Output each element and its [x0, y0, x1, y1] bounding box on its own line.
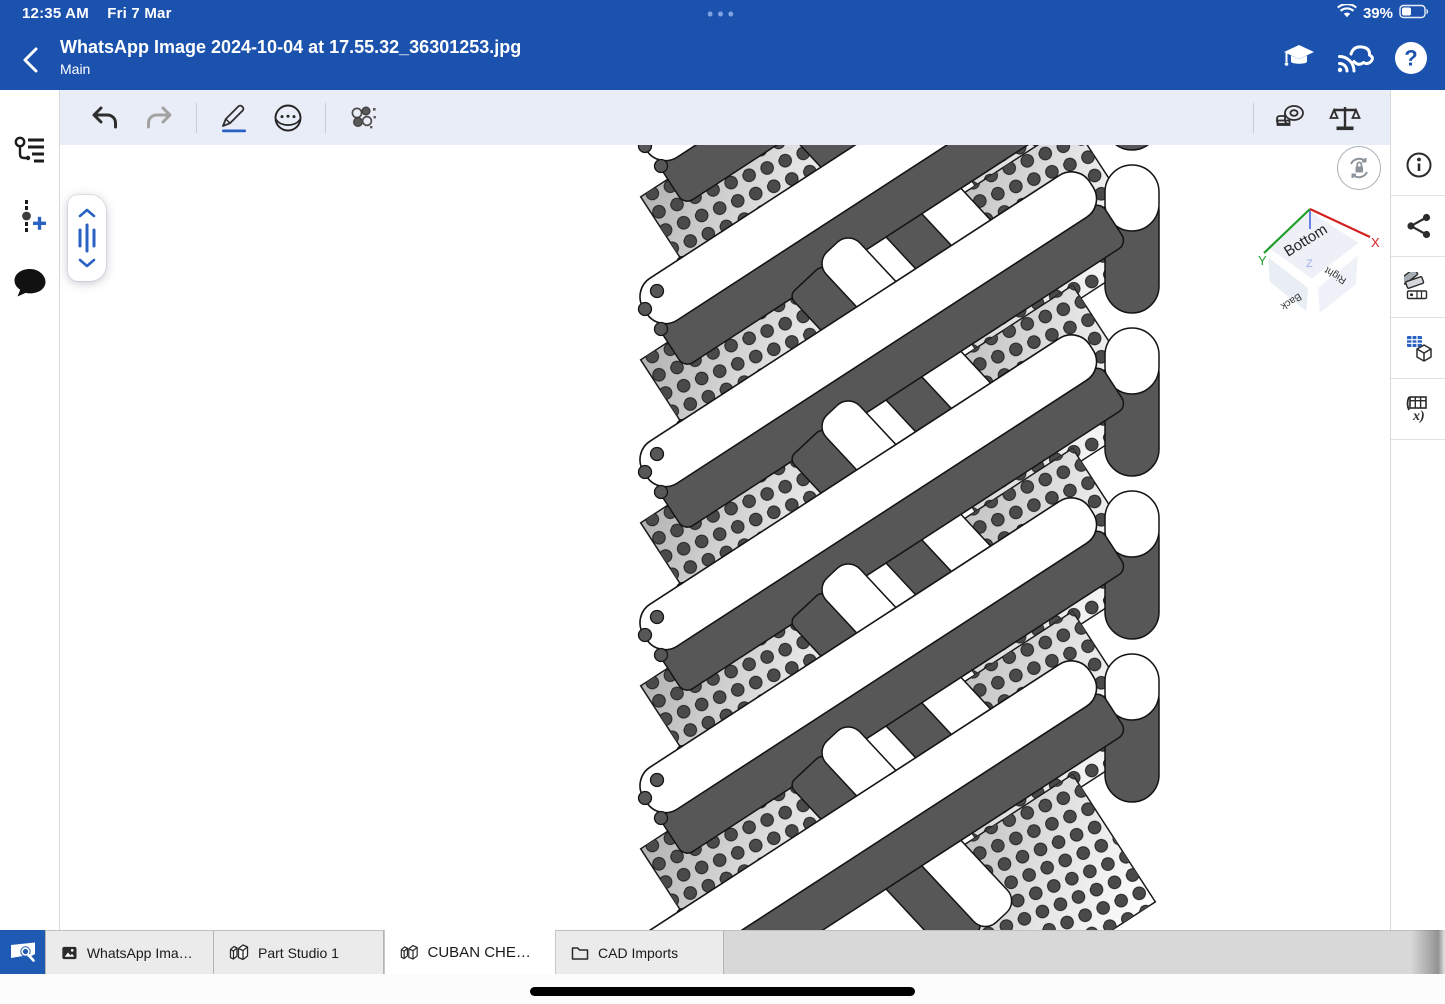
toolbar-separator	[196, 103, 197, 133]
measure-tape-icon	[1274, 103, 1308, 133]
comments-icon	[12, 267, 48, 299]
insert-feature-icon	[12, 198, 48, 236]
svg-text:x): x)	[1412, 409, 1425, 424]
toolbar-separator	[325, 103, 326, 133]
part-studio-tab-icon	[228, 943, 250, 963]
redo-button[interactable]	[139, 98, 179, 138]
modeling-toolbar	[60, 90, 1390, 145]
tab-label: WhatsApp Image...	[87, 945, 199, 961]
rotation-lock-icon	[1345, 154, 1373, 182]
variables-icon: x)	[1404, 394, 1434, 424]
undo-button[interactable]	[85, 98, 125, 138]
rollback-slider-handle[interactable]	[68, 195, 106, 281]
cluster-tool-button[interactable]	[343, 98, 383, 138]
document-tab-bar: WhatsApp Image... Part Studio 1	[0, 930, 1445, 974]
onshape-ipad-app: 12:35 AM Fri 7 Mar ••• 39% WhatsApp Imag…	[0, 0, 1445, 1004]
document-header: WhatsApp Image 2024-10-04 at 17.55.32_36…	[0, 30, 1445, 90]
info-panel-button[interactable]	[1391, 135, 1445, 196]
share-button[interactable]	[1391, 196, 1445, 257]
measure-button[interactable]	[1271, 98, 1311, 138]
multitask-dots-icon: •••	[0, 9, 1445, 19]
z-axis-label: Z	[1306, 258, 1313, 270]
left-sidebar	[0, 90, 60, 930]
mass-properties-scale-icon	[1329, 103, 1361, 133]
tab-cad-imports[interactable]: CAD Imports	[556, 931, 724, 975]
insert-feature-button[interactable]	[11, 198, 49, 236]
svg-text:?: ?	[1404, 46, 1417, 71]
comments-button[interactable]	[11, 264, 49, 302]
tab-label: CUBAN CHENE...	[428, 944, 541, 961]
status-bar: 12:35 AM Fri 7 Mar ••• 39%	[0, 0, 1445, 30]
tab-search-button[interactable]	[0, 930, 45, 974]
configurations-panel-button[interactable]	[1391, 318, 1445, 379]
part-studio-tab-icon	[399, 943, 420, 963]
battery-icon	[1399, 4, 1429, 23]
y-axis-label: Y	[1258, 253, 1267, 268]
tab-part-studio-1[interactable]: Part Studio 1	[214, 931, 384, 975]
toolbar-separator	[1253, 103, 1254, 133]
follow-mode-button[interactable]	[1335, 38, 1375, 78]
help-button[interactable]: ?	[1391, 38, 1431, 78]
follow-mode-icon	[1335, 40, 1375, 76]
home-indicator[interactable]	[530, 987, 915, 996]
configurations-icon	[1404, 333, 1434, 363]
tab-search-icon	[8, 938, 38, 966]
appearance-panel-button[interactable]	[1391, 257, 1445, 318]
sketch-pencil-icon	[219, 103, 249, 133]
x-axis-label: X	[1371, 235, 1380, 250]
right-sidebar: x)	[1390, 90, 1445, 930]
learning-center-icon	[1281, 41, 1317, 75]
3d-viewport[interactable]: Bottom Back Right Z Y X	[60, 145, 1390, 930]
sphere-tool-button[interactable]	[268, 98, 308, 138]
info-icon	[1404, 150, 1434, 180]
help-icon: ?	[1392, 39, 1430, 77]
image-tab-icon	[60, 943, 79, 963]
tab-whatsapp-image[interactable]: WhatsApp Image...	[45, 931, 214, 975]
view-cube[interactable]: Bottom Back Right Z Y X	[1258, 201, 1382, 325]
battery-percent: 39%	[1363, 5, 1393, 22]
workspace-name: Main	[60, 61, 521, 77]
home-strip	[0, 974, 1445, 1004]
feature-list-button[interactable]	[11, 132, 49, 170]
document-title: WhatsApp Image 2024-10-04 at 17.55.32_36…	[60, 37, 521, 58]
variables-panel-button[interactable]: x)	[1391, 379, 1445, 440]
feature-list-icon	[13, 134, 47, 168]
tab-label: Part Studio 1	[258, 945, 339, 961]
redo-icon	[144, 105, 174, 131]
tab-label: CAD Imports	[598, 945, 678, 961]
mass-properties-button[interactable]	[1325, 98, 1365, 138]
undo-icon	[90, 105, 120, 131]
sketch-button[interactable]	[214, 98, 254, 138]
back-chevron-icon	[25, 49, 36, 71]
sphere-icon	[272, 102, 304, 134]
back-button[interactable]	[14, 42, 50, 78]
chevron-up-icon	[78, 208, 96, 218]
tab-cuban-chain-active[interactable]: CUBAN CHENE...	[384, 930, 556, 975]
appearance-icon	[1404, 272, 1434, 302]
spheres-cluster-icon	[348, 103, 378, 133]
share-icon	[1405, 212, 1433, 240]
learning-center-button[interactable]	[1279, 38, 1319, 78]
rotation-lock-button[interactable]	[1337, 146, 1381, 190]
folder-tab-icon	[570, 943, 590, 963]
cuban-chain-3d-model	[635, 145, 1195, 930]
wifi-icon	[1337, 4, 1357, 23]
chevron-down-icon	[78, 258, 96, 268]
slider-bars-icon	[76, 221, 98, 255]
